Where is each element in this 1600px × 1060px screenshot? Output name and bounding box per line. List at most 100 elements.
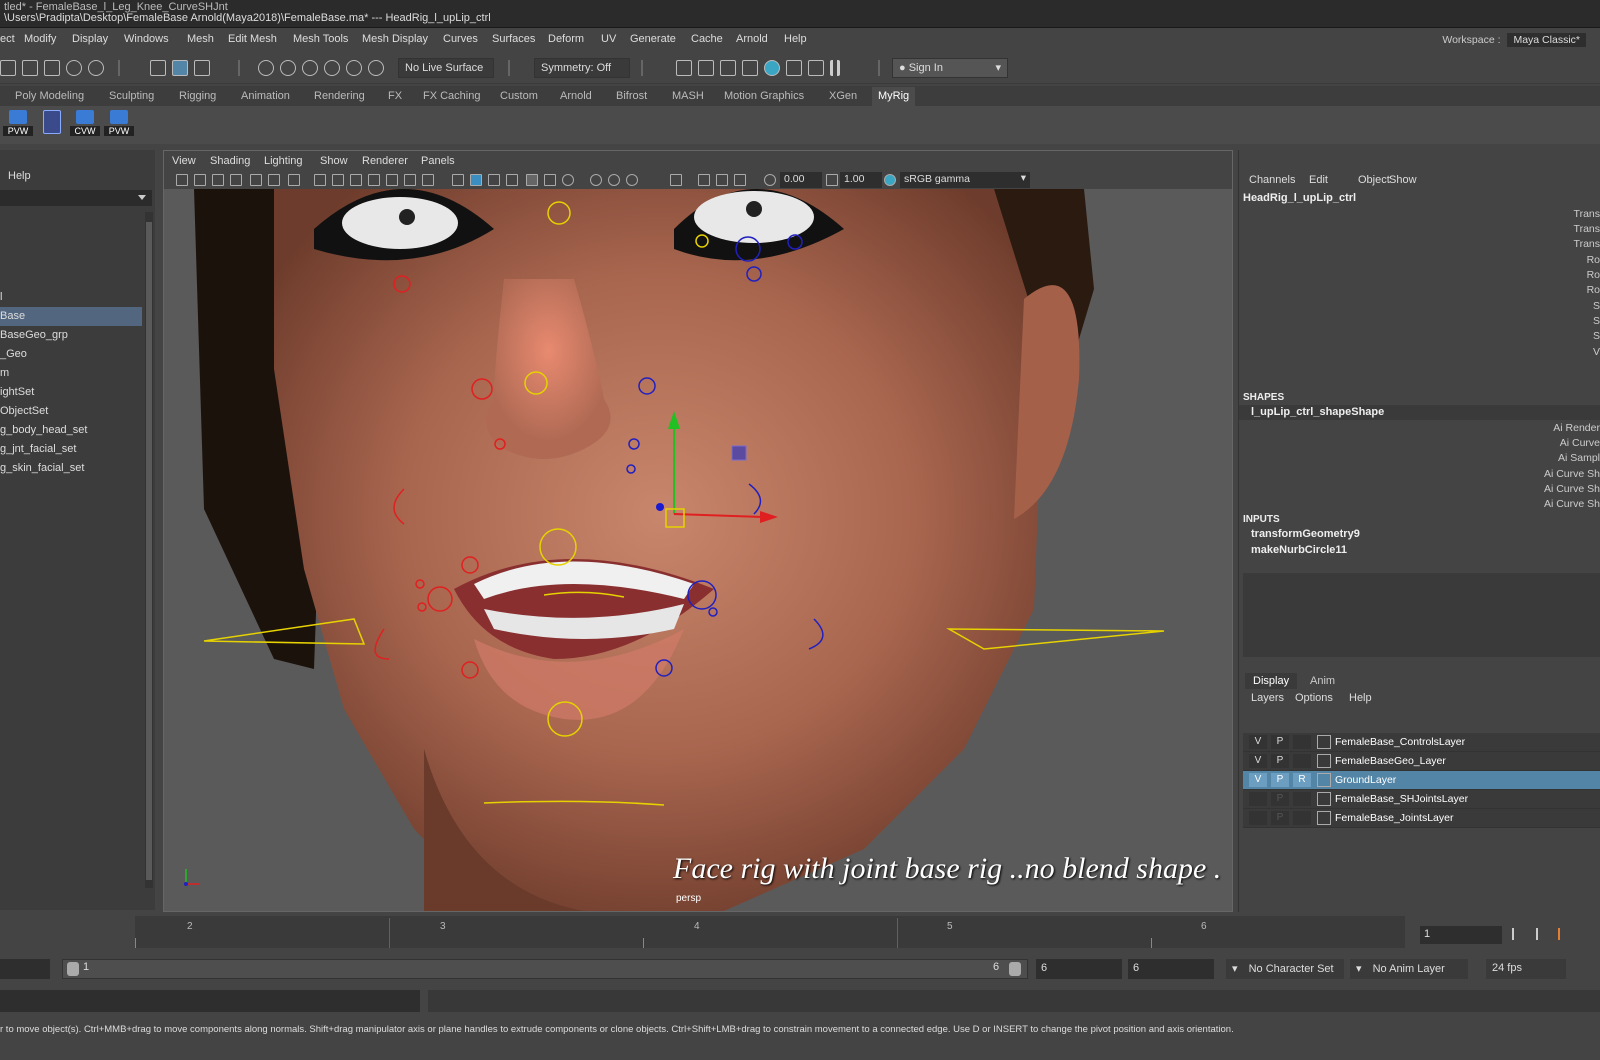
current-frame-field[interactable]: 1 — [1420, 926, 1502, 944]
select-component-icon[interactable] — [194, 60, 210, 76]
light-editor-icon[interactable] — [808, 60, 824, 76]
shape-node-name[interactable]: l_upLip_ctrl_shapeShape — [1251, 406, 1384, 418]
menu-cache[interactable]: Cache — [691, 33, 723, 45]
layer-row-selected[interactable]: V P R GroundLayer — [1243, 771, 1600, 790]
tab-arnold[interactable]: Arnold — [560, 90, 592, 102]
layer-name[interactable]: FemaleBase_ControlsLayer — [1335, 736, 1465, 748]
menu-mesh-tools[interactable]: Mesh Tools — [293, 33, 348, 45]
layer-name[interactable]: GroundLayer — [1335, 774, 1396, 786]
camera-attributes-icon[interactable] — [194, 174, 206, 186]
anim-layer-dropdown[interactable]: ▾ No Anim Layer — [1350, 959, 1468, 979]
channel-box-menu-show[interactable]: Show — [1389, 174, 1417, 186]
menu-windows[interactable]: Windows — [124, 33, 169, 45]
multisample-icon[interactable] — [608, 174, 620, 186]
render-current-frame-icon[interactable] — [676, 60, 692, 76]
hypershade-icon[interactable] — [742, 60, 758, 76]
outliner-item[interactable]: g_jnt_facial_set — [0, 440, 142, 459]
layer-menu-help[interactable]: Help — [1349, 692, 1372, 704]
grid-icon[interactable] — [314, 174, 326, 186]
playback-end-field[interactable]: 6 — [1036, 959, 1122, 979]
channel-attr[interactable]: Ro — [1587, 254, 1600, 266]
exposure-icon[interactable] — [764, 174, 776, 186]
viewport-menu-shading[interactable]: Shading — [210, 155, 250, 167]
snap-curve-icon[interactable] — [280, 60, 296, 76]
textured-icon[interactable] — [506, 174, 518, 186]
fps-dropdown[interactable]: 24 fps — [1486, 959, 1566, 979]
shelf-button-mirror[interactable] — [37, 108, 67, 138]
layer-menu-layers[interactable]: Layers — [1251, 692, 1284, 704]
tab-poly-modeling[interactable]: Poly Modeling — [15, 90, 84, 102]
layer-visibility-toggle[interactable]: V — [1249, 754, 1267, 768]
field-chart-icon[interactable] — [386, 174, 398, 186]
time-slider-track[interactable]: 2 3 4 5 6 — [135, 916, 1405, 948]
outliner-item[interactable]: ObjectSet — [0, 402, 142, 421]
workspace-value[interactable]: Maya Classic* — [1507, 33, 1586, 47]
viewport-menu-view[interactable]: View — [172, 155, 196, 167]
gamma-field[interactable]: 1.00 — [840, 172, 882, 188]
channel-attr[interactable]: Ro — [1587, 269, 1600, 281]
outliner-item[interactable]: m — [0, 364, 142, 383]
tab-animation[interactable]: Animation — [241, 90, 290, 102]
shelf-button-pvw[interactable]: PVW — [3, 108, 33, 138]
menu-display[interactable]: Display — [72, 33, 108, 45]
tab-sculpting[interactable]: Sculpting — [109, 90, 154, 102]
animation-start-field[interactable] — [0, 959, 50, 979]
outliner-item[interactable]: _Geo — [0, 345, 142, 364]
outliner-item-selected[interactable]: Base — [0, 307, 142, 326]
channel-attr[interactable]: S — [1593, 300, 1600, 312]
shelf-button-pvw-2[interactable]: PVW — [104, 108, 134, 138]
menu-mesh-display[interactable]: Mesh Display — [362, 33, 428, 45]
symmetry-dropdown[interactable]: Symmetry: Off — [534, 58, 630, 78]
layer-display-type-toggle[interactable] — [1293, 792, 1311, 806]
mel-command-input[interactable] — [0, 990, 420, 1012]
channel-attr[interactable]: Trans — [1574, 238, 1600, 250]
film-gate-icon[interactable] — [332, 174, 344, 186]
channel-box-menu-channels[interactable]: Channels — [1249, 174, 1295, 186]
tab-bifrost[interactable]: Bifrost — [616, 90, 647, 102]
layer-row[interactable]: V P FemaleBaseGeo_Layer — [1243, 752, 1600, 771]
range-end-handle[interactable] — [1009, 962, 1021, 976]
tab-xgen[interactable]: XGen — [829, 90, 857, 102]
tab-anim-layers[interactable]: Anim — [1302, 673, 1343, 689]
image-plane-icon[interactable] — [230, 174, 242, 186]
sign-in-button[interactable]: ● Sign In ▾ — [892, 58, 1008, 78]
workspace-selector[interactable]: Workspace : Maya Classic* — [1442, 33, 1586, 47]
channel-box-menu-edit[interactable]: Edit — [1309, 174, 1328, 186]
outliner-item[interactable]: ightSet — [0, 383, 142, 402]
tab-fx-caching[interactable]: FX Caching — [423, 90, 480, 102]
redo-icon[interactable] — [88, 60, 104, 76]
go-to-start-icon[interactable] — [1512, 928, 1524, 940]
select-hierarchy-icon[interactable] — [150, 60, 166, 76]
channel-attr[interactable]: S — [1593, 315, 1600, 327]
make-live-icon[interactable] — [368, 60, 384, 76]
xray-joints-icon[interactable] — [716, 174, 728, 186]
layer-row[interactable]: V P FemaleBase_ControlsLayer — [1243, 733, 1600, 752]
menu-modify[interactable]: Modify — [24, 33, 56, 45]
outliner-item[interactable]: g_skin_facial_set — [0, 459, 142, 478]
layer-visibility-toggle[interactable]: V — [1249, 773, 1267, 787]
channel-box-node-name[interactable]: HeadRig_l_upLip_ctrl — [1243, 192, 1356, 204]
layer-playback-toggle[interactable]: P — [1271, 792, 1289, 806]
channel-attr[interactable]: V — [1593, 346, 1600, 358]
wireframe-icon[interactable] — [452, 174, 464, 186]
shadows-icon[interactable] — [544, 174, 556, 186]
layer-playback-toggle[interactable]: P — [1271, 735, 1289, 749]
depth-of-field-icon[interactable] — [626, 174, 638, 186]
gamma-icon[interactable] — [826, 174, 838, 186]
step-back-key-icon[interactable] — [1536, 928, 1548, 940]
color-space-dropdown[interactable]: sRGB gamma ▾ — [900, 172, 1030, 188]
layer-row[interactable]: P FemaleBase_SHJointsLayer — [1243, 790, 1600, 809]
layer-display-type-toggle[interactable] — [1293, 811, 1311, 825]
gate-mask-icon[interactable] — [368, 174, 380, 186]
tab-rigging[interactable]: Rigging — [179, 90, 216, 102]
render-settings-icon[interactable] — [720, 60, 736, 76]
layer-name[interactable]: FemaleBaseGeo_Layer — [1335, 755, 1446, 767]
shape-attr[interactable]: Ai Curve Sh — [1544, 483, 1600, 495]
layer-color-swatch[interactable] — [1317, 735, 1331, 749]
step-back-frame-icon[interactable] — [1558, 928, 1570, 940]
menu-help[interactable]: Help — [784, 33, 807, 45]
shape-attr[interactable]: Ai Curve — [1560, 437, 1600, 449]
xray-active-components-icon[interactable] — [734, 174, 746, 186]
render-view-icon[interactable] — [786, 60, 802, 76]
arnold-render-icon[interactable] — [764, 60, 780, 76]
